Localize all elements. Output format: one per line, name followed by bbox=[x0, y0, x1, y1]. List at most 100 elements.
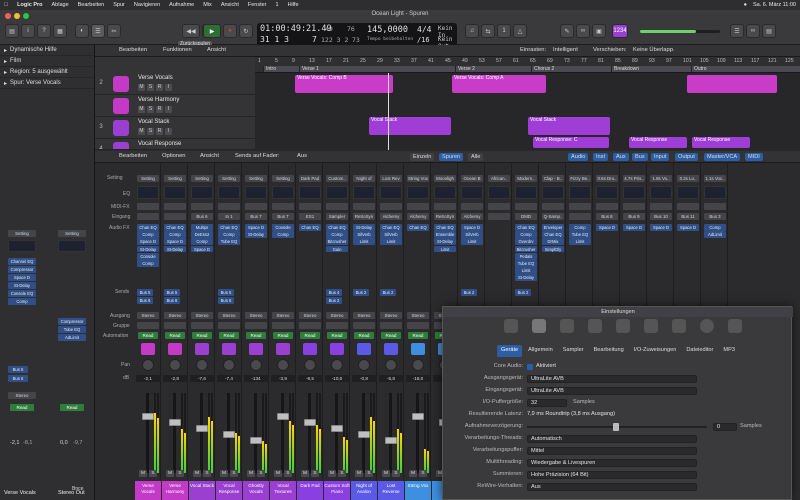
filter-master-vca[interactable]: Master/VCA bbox=[704, 153, 741, 161]
output-stereo[interactable]: Stereo bbox=[8, 392, 36, 399]
audio-fx-slot[interactable]: Chan EQ bbox=[137, 224, 159, 231]
setting-button[interactable]: Ocean B bbox=[461, 175, 483, 182]
input-slot[interactable] bbox=[488, 213, 510, 220]
audio-region[interactable]: Verse Vocals: Comp A bbox=[452, 75, 546, 93]
core-audio-checkbox[interactable] bbox=[527, 364, 533, 370]
input-monitor-button[interactable]: I bbox=[165, 106, 172, 113]
eq-thumbnail[interactable] bbox=[407, 186, 429, 199]
setting-button[interactable]: 1.8s Vo.. bbox=[650, 175, 672, 182]
group-slot[interactable] bbox=[326, 322, 348, 329]
eq-thumbnail[interactable] bbox=[58, 240, 86, 252]
marker-outro[interactable]: Outro bbox=[691, 66, 800, 72]
eq-thumbnail[interactable] bbox=[8, 240, 36, 252]
menu-item-spur[interactable]: Spur bbox=[113, 2, 125, 8]
fader-cap[interactable] bbox=[412, 413, 424, 420]
audio-fx-slot[interactable]: Chan EQ bbox=[326, 224, 348, 231]
midi-fx-slot[interactable] bbox=[677, 203, 699, 210]
mute-button[interactable]: M bbox=[355, 470, 363, 477]
audio-fx-slot[interactable]: SilVerb bbox=[461, 231, 483, 238]
snap-select[interactable]: Intelligent bbox=[553, 47, 578, 53]
audio-fx-slot[interactable]: Space D bbox=[596, 224, 618, 231]
channel-name[interactable]: Lost Reverse bbox=[378, 481, 404, 500]
play-button[interactable]: ▶ bbox=[203, 24, 221, 38]
send-slot[interactable]: Bus 2 bbox=[353, 289, 369, 297]
audio-region[interactable]: Vocal Stack bbox=[528, 117, 610, 135]
midi-fx-slot[interactable] bbox=[569, 203, 591, 210]
eq-thumbnail[interactable] bbox=[164, 186, 186, 199]
inspector-region[interactable]: ▸ Region: 5 ausgewählt bbox=[0, 67, 94, 78]
audio-fx-slot[interactable]: Comp bbox=[515, 231, 537, 238]
audio-fx-slot[interactable]: Comp bbox=[137, 231, 159, 238]
lcd-display[interactable]: 01:00:49:21.49 49 76 31 1 3 7 122 3 2 73… bbox=[257, 23, 457, 50]
setting-button[interactable]: String Vox bbox=[407, 175, 429, 182]
group-slot[interactable] bbox=[191, 322, 213, 329]
audio-fx-slot[interactable]: St-Delay bbox=[245, 231, 267, 238]
filter-bus[interactable]: Bus bbox=[632, 153, 648, 161]
summing-select[interactable]: Hohe Präzision (64 Bit) bbox=[527, 471, 697, 479]
pan-knob[interactable] bbox=[385, 359, 397, 371]
send-bus-5[interactable]: Bus 5 bbox=[8, 366, 28, 374]
automation-mode[interactable]: Read bbox=[273, 332, 293, 339]
solo-button[interactable]: S bbox=[147, 128, 154, 135]
eq-thumbnail[interactable] bbox=[704, 186, 726, 199]
tab-mp3[interactable]: MP3 bbox=[719, 345, 739, 357]
master-volume-slider[interactable] bbox=[640, 30, 720, 33]
eq-thumbnail[interactable] bbox=[650, 186, 672, 199]
marker-intro[interactable]: Intro bbox=[263, 66, 299, 72]
setting-button[interactable]: Custom.. bbox=[326, 175, 348, 182]
zoom-icon[interactable] bbox=[23, 13, 29, 19]
midi-fx-slot[interactable] bbox=[488, 203, 510, 210]
audio-fx-slot[interactable]: St-Delay bbox=[137, 245, 159, 253]
group-slot[interactable] bbox=[272, 322, 294, 329]
midi-fx-slot[interactable] bbox=[515, 203, 537, 210]
menu-item-bearbeiten[interactable]: Bearbeiten bbox=[78, 2, 105, 8]
group-slot[interactable] bbox=[407, 322, 429, 329]
audio-fx-slot[interactable]: SilVerb bbox=[353, 231, 375, 238]
audio-fx-slot[interactable]: DrMix bbox=[542, 238, 564, 246]
audio-region[interactable]: Vocal Response: C bbox=[533, 137, 609, 148]
info-button[interactable]: i bbox=[21, 24, 35, 38]
menu-item-fenster[interactable]: Fenster bbox=[248, 2, 267, 8]
view-all[interactable]: Alle bbox=[468, 153, 484, 161]
setting-button[interactable]: 1.1s Voc.. bbox=[704, 175, 726, 182]
solo-button[interactable]: S bbox=[311, 470, 319, 477]
input-monitor-button[interactable]: I bbox=[165, 128, 172, 135]
input-slot[interactable]: RetroSyn bbox=[353, 213, 375, 220]
audio-region[interactable] bbox=[687, 75, 777, 93]
setting-button[interactable]: Clap - B.. bbox=[542, 175, 564, 182]
output-slot[interactable]: Stereo bbox=[272, 312, 294, 319]
output-slot[interactable]: Stereo bbox=[218, 312, 240, 319]
recording-delay-field[interactable]: 0 bbox=[713, 423, 737, 431]
mute-button[interactable]: M bbox=[274, 470, 282, 477]
channel-name[interactable]: Custom Soft Piano bbox=[324, 481, 350, 500]
eq-thumbnail[interactable] bbox=[434, 186, 456, 199]
menu-app[interactable]: Logic Pro bbox=[17, 2, 42, 8]
input-slot[interactable]: Alchemy bbox=[407, 213, 429, 220]
tracks-view-menu[interactable]: Ansicht bbox=[207, 47, 226, 53]
mute-button[interactable]: M bbox=[301, 470, 309, 477]
eq-thumbnail[interactable] bbox=[488, 186, 510, 199]
track-name[interactable]: Verse Vocals bbox=[138, 75, 173, 81]
eq-thumbnail[interactable] bbox=[326, 186, 348, 199]
input-slot[interactable]: RetroSyn bbox=[434, 213, 456, 220]
input-slot[interactable]: Alchemy bbox=[461, 213, 483, 220]
midi-fx-slot[interactable] bbox=[650, 203, 672, 210]
input-slot[interactable] bbox=[164, 213, 186, 220]
input-slot[interactable]: Bus 9 bbox=[623, 213, 645, 220]
eq-thumbnail[interactable] bbox=[299, 186, 321, 199]
general-icon[interactable] bbox=[504, 319, 518, 333]
smart-controls-button[interactable]: ◐ bbox=[75, 24, 89, 38]
tab-sampler[interactable]: Sampler bbox=[559, 345, 588, 357]
send-slot[interactable]: Bus 6 bbox=[137, 297, 153, 305]
filter-inst[interactable]: Inst bbox=[593, 153, 609, 161]
channel-name[interactable]: Vocal Textures bbox=[270, 481, 296, 500]
setting-button[interactable]: Fizzy Be.. bbox=[569, 175, 591, 182]
automation-mode[interactable]: Read bbox=[408, 332, 428, 339]
audio-fx-slot[interactable]: Chan EQ bbox=[434, 224, 456, 231]
browser-button[interactable]: ▣ bbox=[592, 24, 606, 38]
send-slot[interactable]: Bus 6 bbox=[164, 297, 180, 305]
send-slot[interactable]: Bus 5 bbox=[137, 289, 153, 297]
automation-mode[interactable]: Read bbox=[354, 332, 374, 339]
fx-slot[interactable]: Space D bbox=[8, 274, 36, 282]
audio-region[interactable]: Verse Vocals: Comp B bbox=[295, 75, 393, 93]
